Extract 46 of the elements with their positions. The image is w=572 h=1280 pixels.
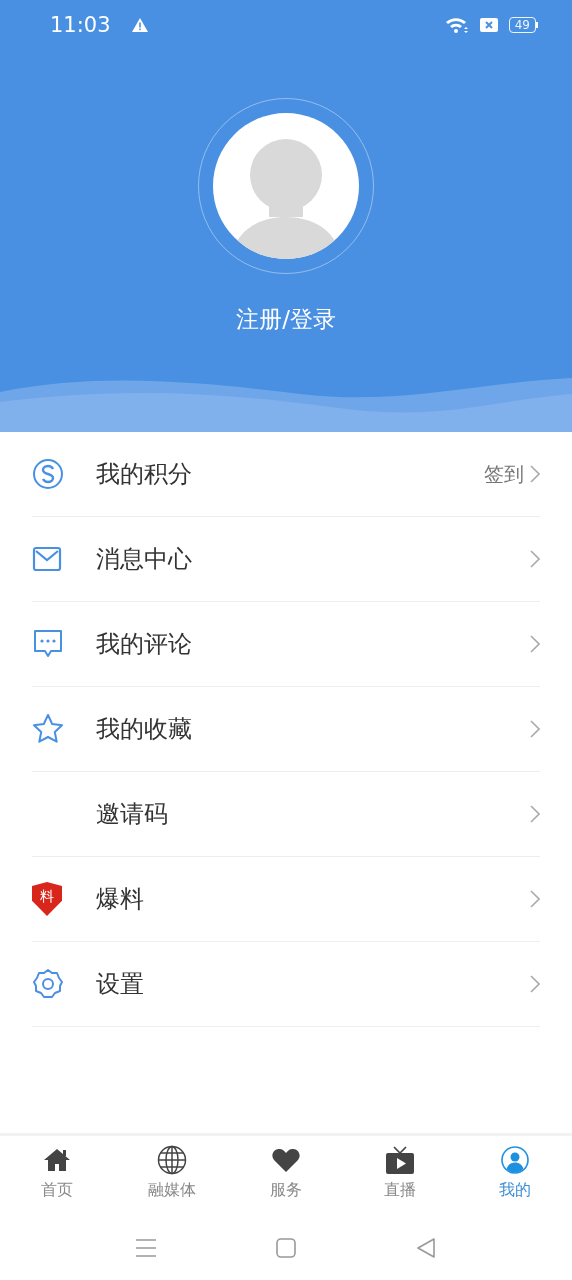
tv-icon [385, 1145, 416, 1175]
shield-icon: 料 [32, 882, 62, 916]
tab[interactable]: 服务 [228, 1136, 344, 1215]
menu-label: 设置 [96, 969, 145, 1000]
menu-label: 消息中心 [96, 544, 193, 575]
star-icon [32, 713, 64, 745]
home-button-icon[interactable] [276, 1237, 296, 1258]
status-time: 11:03 [50, 13, 111, 37]
menu-item[interactable]: 设置 [32, 942, 540, 1027]
tab[interactable]: 直播 [343, 1136, 458, 1215]
comment-icon [32, 629, 64, 659]
chevron-icon [530, 720, 540, 738]
battery-icon: 49 [508, 17, 538, 33]
menu-item[interactable]: 我的评论 [32, 602, 540, 687]
chevron-icon [530, 635, 540, 653]
chevron-icon [530, 975, 540, 993]
avatar-icon [213, 113, 359, 259]
menu-icon[interactable] [136, 1237, 156, 1258]
chevron-icon [530, 550, 540, 568]
menu-label: 我的积分 [96, 459, 193, 490]
menu-item[interactable]: 消息中心 [32, 517, 540, 602]
menu-label: 邀请码 [96, 799, 169, 830]
tab[interactable]: 融媒体 [114, 1136, 229, 1215]
settings-icon [32, 968, 64, 1000]
warning-icon [130, 17, 149, 33]
tab[interactable]: 我的 [457, 1136, 572, 1215]
menu-label: 爆料 [96, 884, 145, 915]
chevron-icon [530, 890, 540, 908]
menu-item[interactable]: 料 爆料 [32, 857, 540, 942]
wifi-icon [444, 16, 469, 34]
heart-icon [271, 1147, 301, 1173]
globe-icon [156, 1145, 187, 1175]
sim-icon [478, 17, 499, 33]
chevron-icon [530, 465, 540, 483]
user-icon [500, 1146, 529, 1174]
tab[interactable]: 首页 [0, 1136, 115, 1215]
menu-item[interactable]: 邀请码 [32, 772, 540, 857]
envelope-icon [32, 546, 62, 572]
menu-item[interactable]: 我的收藏 [32, 687, 540, 772]
check-in-link[interactable]: 签到 [484, 460, 524, 488]
menu-item[interactable]: 我的积分 签到 [32, 432, 540, 517]
coin-icon [32, 458, 64, 490]
back-icon[interactable] [416, 1237, 436, 1258]
menu-label: 我的评论 [96, 629, 193, 660]
chevron-icon [530, 805, 540, 823]
menu-label: 我的收藏 [96, 714, 193, 745]
